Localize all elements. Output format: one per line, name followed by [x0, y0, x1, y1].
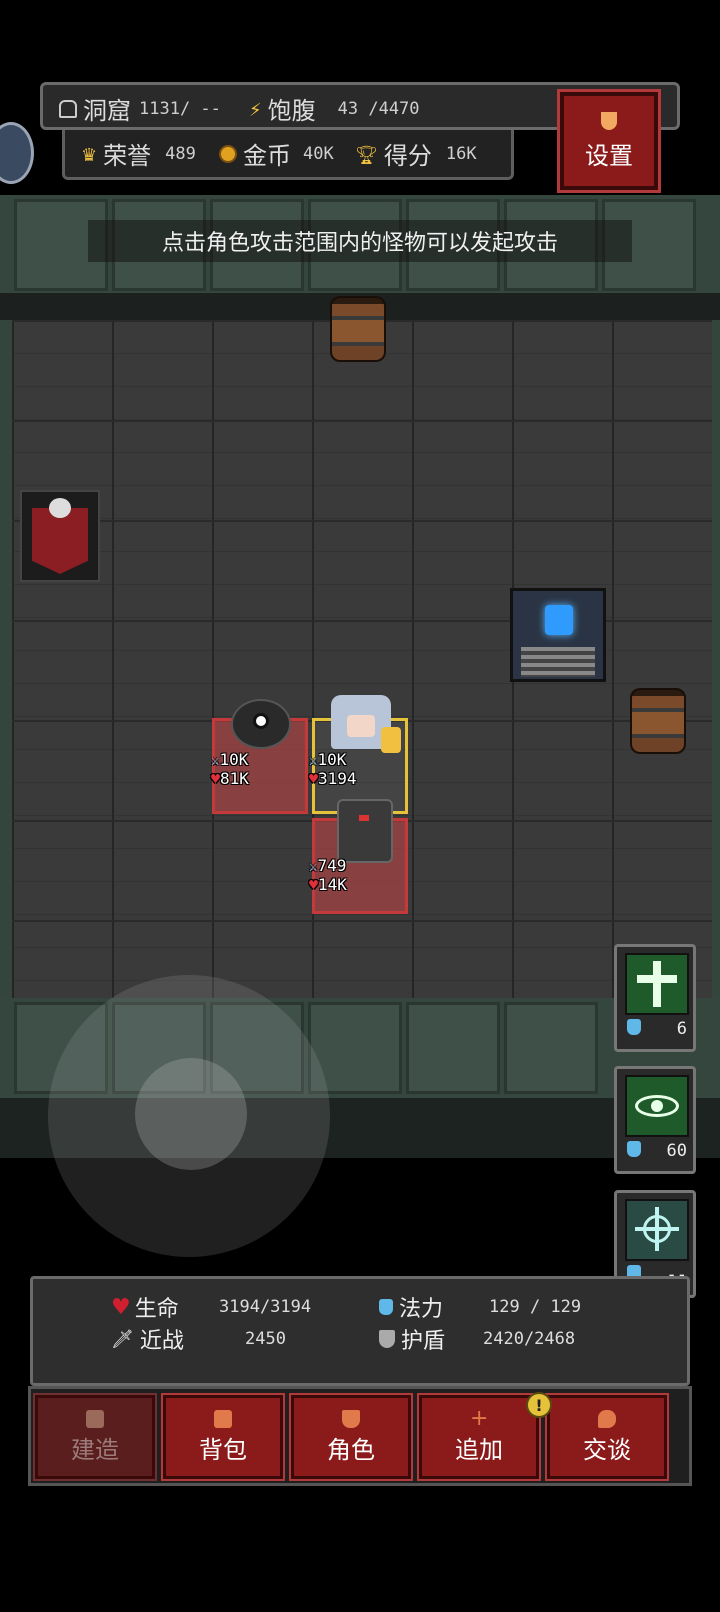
portal-altar[interactable] — [510, 588, 606, 682]
score: 🏆︎ 得分 16K — [355, 142, 477, 170]
skill-eye[interactable]: 60 — [614, 1066, 696, 1174]
coin-icon — [219, 144, 237, 163]
skull-icon — [49, 498, 71, 518]
skull-banner — [20, 490, 100, 582]
bottom-nav: 建造 背包 角色 + 追加 交谈 — [28, 1386, 692, 1486]
monster-unit[interactable]: ⚔10K ♥81K — [211, 699, 308, 814]
lightning-icon: ⚡ — [249, 99, 262, 121]
crown-icon: ♛ — [81, 144, 98, 166]
status-bar-sub: ♛ 荣誉 489 金币 40K 🏆︎ 得分 16K — [62, 130, 514, 180]
monster-sprite — [231, 699, 291, 749]
speech-bubble-icon — [598, 1409, 616, 1428]
cave-icon — [59, 99, 77, 118]
eye-icon — [625, 1075, 689, 1137]
knight-sprite — [337, 799, 393, 863]
bag-icon — [214, 1409, 232, 1428]
plus-icon: + — [470, 1405, 489, 1431]
wrench-icon — [601, 111, 617, 130]
hunger: ⚡ 饱腹 43 /4470 — [249, 97, 420, 125]
wing-icon — [381, 727, 401, 753]
hint-text: 点击角色攻击范围内的怪物可以发起攻击 — [88, 220, 632, 262]
chat-bubble-button[interactable] — [0, 122, 34, 184]
shield-icon — [379, 1330, 395, 1348]
talk-button[interactable]: 交谈 — [545, 1393, 669, 1481]
hammer-icon — [86, 1409, 104, 1428]
honor: ♛ 荣誉 489 — [81, 142, 196, 170]
sword-icon: 🗡︎ — [111, 1328, 134, 1350]
trophy-icon: 🏆︎ — [355, 144, 378, 166]
barrel[interactable] — [630, 688, 686, 754]
skill-holy-cross[interactable]: 6 — [614, 944, 696, 1052]
shield-icon — [342, 1409, 360, 1428]
settings-button[interactable]: 设置 — [557, 89, 661, 193]
knight-unit[interactable]: ⚔749 ♥14K — [309, 799, 408, 914]
joystick-knob[interactable] — [135, 1058, 247, 1170]
holy-cross-icon — [625, 953, 689, 1015]
stats-panel: ♥ 生命 3194/3194 🗡︎ 近战 2450 法力 129 / 129 护… — [30, 1276, 690, 1386]
wall-left — [0, 320, 12, 998]
mana-potion-icon — [379, 1299, 393, 1315]
character-button[interactable]: 角色 — [289, 1393, 413, 1481]
notification-badge: ! — [526, 1392, 552, 1418]
bag-button[interactable]: 背包 — [161, 1393, 285, 1481]
barrel[interactable] — [330, 296, 386, 362]
heart-icon: ♥ — [111, 1294, 131, 1320]
heart-icon: ♥ — [211, 770, 221, 788]
mana-potion-icon — [627, 1019, 641, 1035]
wall-right — [712, 320, 720, 998]
build-button[interactable]: 建造 — [33, 1393, 157, 1481]
gold: 金币 40K — [219, 136, 334, 171]
crosshair-icon — [625, 1199, 689, 1261]
add-button[interactable]: + 追加 — [417, 1393, 541, 1481]
cave-depth: 洞窟 1131/ -- — [59, 91, 221, 126]
